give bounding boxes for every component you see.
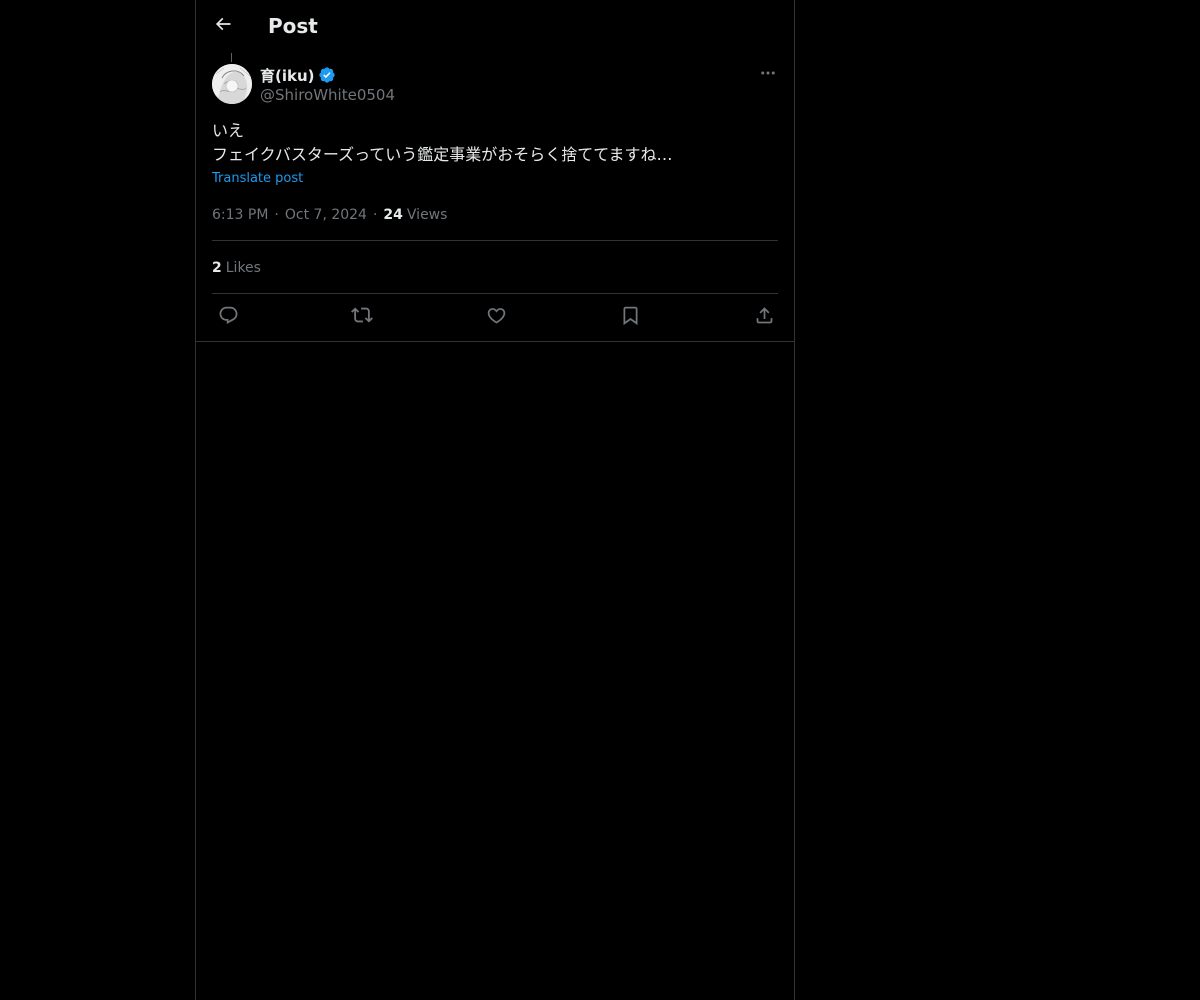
reply-icon	[218, 305, 239, 330]
post-text: いえ フェイクバスターズっていう鑑定事業がおそらく捨ててますね…	[212, 119, 778, 167]
author-name-row: 育(iku)	[260, 64, 336, 86]
thread-line	[231, 53, 232, 62]
likes-label: Likes	[225, 260, 261, 276]
likes-link[interactable]: 2 Likes	[212, 258, 261, 278]
like-icon	[486, 305, 507, 330]
divider	[212, 240, 778, 241]
separator-dot: ·	[372, 207, 378, 223]
translate-post-link[interactable]: Translate post	[212, 171, 303, 186]
divider	[212, 293, 778, 294]
author-handle[interactable]: @ShiroWhite0504	[260, 86, 395, 104]
more-options-button[interactable]	[754, 64, 782, 86]
bookmark-icon	[620, 305, 641, 330]
like-button[interactable]	[484, 305, 508, 329]
repost-icon	[351, 304, 373, 330]
post-time[interactable]: 6:13 PM	[212, 207, 268, 223]
post-metadata: 6:13 PM · Oct 7, 2024 · 24 Views	[212, 205, 447, 225]
post-date[interactable]: Oct 7, 2024	[285, 207, 367, 223]
views-label: Views	[406, 207, 448, 223]
verified-badge-icon	[318, 66, 336, 84]
author-display-name[interactable]: 育(iku)	[260, 65, 315, 86]
post-text-line: いえ	[212, 121, 245, 140]
avatar[interactable]	[212, 64, 252, 104]
arrow-left-icon	[213, 14, 233, 38]
back-button[interactable]	[208, 11, 238, 41]
post-text-line: フェイクバスターズっていう鑑定事業がおそらく捨ててますね…	[212, 145, 673, 164]
bookmark-button[interactable]	[618, 305, 642, 329]
top-bar: Post	[196, 0, 794, 53]
views-count: 24	[383, 207, 403, 223]
share-button[interactable]	[752, 305, 776, 329]
page-title: Post	[268, 14, 318, 38]
separator-dot: ·	[274, 207, 279, 223]
reply-button[interactable]	[216, 305, 240, 329]
repost-button[interactable]	[350, 305, 374, 329]
more-horizontal-icon	[759, 64, 777, 86]
post-column: Post 育(iku) @ShiroWhite0504 いえ フェイクバスターズ…	[195, 0, 795, 1000]
share-icon	[754, 305, 775, 330]
post-bottom-border	[196, 341, 794, 342]
likes-count: 2	[212, 260, 222, 276]
